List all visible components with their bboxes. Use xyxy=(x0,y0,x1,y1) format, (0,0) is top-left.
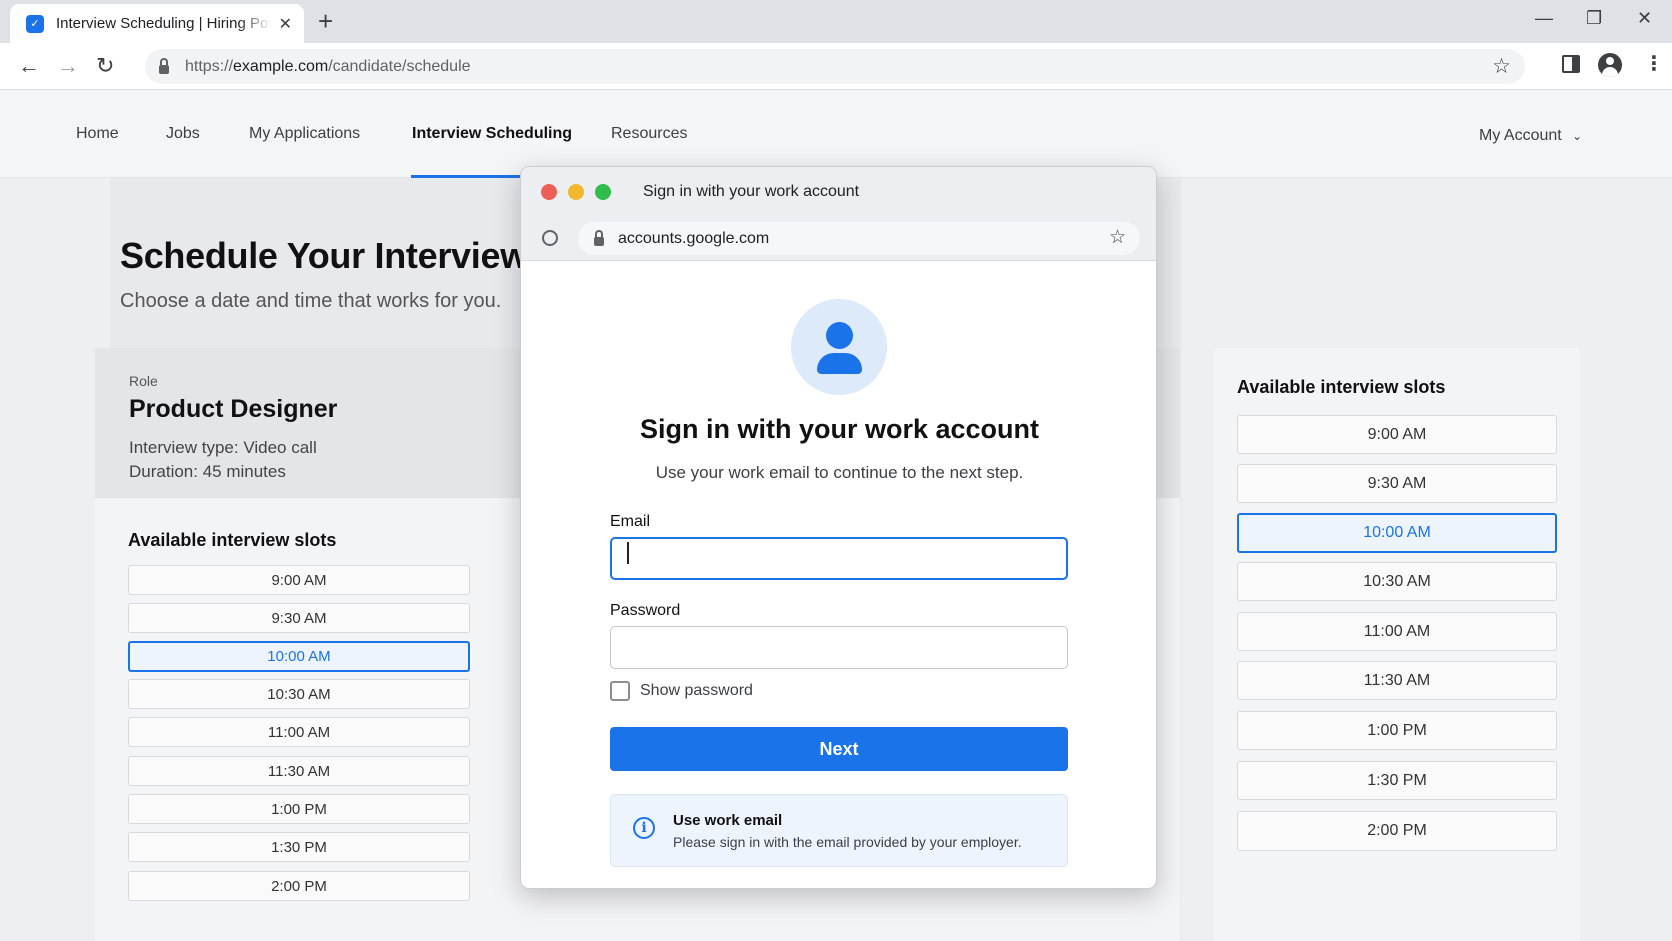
url-text: https://example.com/candidate/schedule xyxy=(185,57,471,75)
interview-duration: Duration: 45 minutes xyxy=(129,462,286,481)
minimize-icon[interactable]: — xyxy=(1535,8,1553,29)
popup-address-bar: accounts.google.com ☆ xyxy=(578,222,1140,255)
role-name: Product Designer xyxy=(129,395,338,423)
slot-button[interactable]: 1:00 PM xyxy=(128,794,470,824)
slots-title: Available interview slots xyxy=(128,530,337,550)
popup-window-title: Sign in with your work account xyxy=(643,183,860,200)
close-window-icon[interactable]: ✕ xyxy=(1637,8,1652,29)
browser-tab[interactable]: ✓ Interview Scheduling | Hiring Portal ✕ xyxy=(10,4,304,43)
notice-title: Use work email xyxy=(673,812,783,829)
slot-button[interactable]: 9:30 AM xyxy=(128,603,470,633)
signin-subheading: Use your work email to continue to the n… xyxy=(655,463,1024,482)
interview-type: Interview type: Video call xyxy=(129,438,317,457)
role-label: Role xyxy=(129,373,158,389)
signin-popup-window: Sign in with your work account accounts.… xyxy=(520,166,1157,889)
forward-icon[interactable]: → xyxy=(57,53,79,79)
menu-kebab-icon[interactable]: ⋮ xyxy=(1644,51,1664,76)
email-field[interactable] xyxy=(610,537,1068,580)
side-slot-button[interactable]: 1:30 PM xyxy=(1237,761,1557,800)
bookmark-star-icon[interactable]: ☆ xyxy=(1492,54,1511,79)
address-bar[interactable]: https://example.com/candidate/schedule ☆ xyxy=(145,49,1525,84)
back-icon[interactable]: ← xyxy=(18,53,40,79)
lock-icon xyxy=(594,229,604,246)
text-caret xyxy=(627,542,629,564)
notice-text: Please sign in with the email provided b… xyxy=(673,834,1022,850)
nav-my-applications[interactable]: My Applications xyxy=(249,125,360,143)
slot-button[interactable]: 11:00 AM xyxy=(128,717,470,747)
side-slot-button-selected[interactable]: 10:00 AM xyxy=(1237,513,1557,553)
popup-titlebar: Sign in with your work account xyxy=(521,167,1156,216)
side-slot-button[interactable]: 1:00 PM xyxy=(1237,711,1557,750)
side-slot-button[interactable]: 11:30 AM xyxy=(1237,661,1557,700)
page-title: Schedule Your Interview xyxy=(120,235,528,276)
password-field[interactable] xyxy=(610,626,1068,669)
show-password-label[interactable]: Show password xyxy=(640,682,753,700)
info-icon: i xyxy=(633,817,655,839)
tab-title: Interview Scheduling | Hiring Portal xyxy=(56,15,271,32)
work-email-notice: i Use work email Please sign in with the… xyxy=(610,794,1068,867)
browser-tabstrip: ✓ Interview Scheduling | Hiring Portal ✕… xyxy=(0,0,1672,43)
slot-button[interactable]: 9:00 AM xyxy=(128,565,470,595)
my-account-menu[interactable]: My Account ⌄ xyxy=(1479,127,1582,145)
side-slot-button[interactable]: 9:30 AM xyxy=(1237,464,1557,503)
slot-button[interactable]: 11:30 AM xyxy=(128,756,470,786)
close-traffic-light[interactable] xyxy=(541,184,557,200)
side-slot-button[interactable]: 9:00 AM xyxy=(1237,415,1557,454)
tab-close-icon[interactable]: ✕ xyxy=(279,14,292,34)
side-slot-button[interactable]: 10:30 AM xyxy=(1237,562,1557,601)
site-info-icon[interactable] xyxy=(542,230,558,246)
profile-icon[interactable] xyxy=(1598,53,1622,77)
bookmark-star-icon[interactable]: ☆ xyxy=(1109,226,1126,249)
reload-icon[interactable]: ↻ xyxy=(96,53,114,79)
show-password-checkbox[interactable] xyxy=(610,681,630,701)
zoom-traffic-light[interactable] xyxy=(595,184,611,200)
slot-button[interactable]: 10:30 AM xyxy=(128,679,470,709)
side-panel-icon[interactable] xyxy=(1562,55,1580,73)
nav-resources[interactable]: Resources xyxy=(611,125,687,143)
nav-interview-scheduling[interactable]: Interview Scheduling xyxy=(412,125,572,143)
password-label: Password xyxy=(610,602,681,619)
nav-jobs[interactable]: Jobs xyxy=(166,125,200,143)
side-slot-button[interactable]: 2:00 PM xyxy=(1237,811,1557,851)
new-tab-button[interactable]: + xyxy=(318,8,333,34)
site-nav: Home Jobs My Applications Interview Sche… xyxy=(0,90,1672,178)
popup-address-row: accounts.google.com ☆ xyxy=(521,216,1156,261)
slot-button[interactable]: 2:00 PM xyxy=(128,871,470,901)
show-password-row[interactable]: Show password xyxy=(610,681,753,701)
next-button[interactable]: Next xyxy=(610,727,1068,771)
lock-icon xyxy=(159,57,169,74)
slot-button-selected[interactable]: 10:00 AM xyxy=(128,641,470,672)
slot-button[interactable]: 1:30 PM xyxy=(128,832,470,862)
page-subtitle: Choose a date and time that works for yo… xyxy=(120,290,502,312)
user-avatar-icon xyxy=(791,299,887,395)
popup-url: accounts.google.com xyxy=(618,229,770,247)
side-slots-title: Available interview slots xyxy=(1237,377,1446,397)
nav-home[interactable]: Home xyxy=(76,125,119,143)
portal-favicon-icon: ✓ xyxy=(26,14,44,33)
signin-heading: Sign in with your work account xyxy=(639,414,1040,444)
restore-icon[interactable]: ❐ xyxy=(1586,8,1602,29)
side-slot-button[interactable]: 11:00 AM xyxy=(1237,612,1557,651)
email-label: Email xyxy=(610,513,651,530)
minimize-traffic-light[interactable] xyxy=(568,184,584,200)
chevron-down-icon: ⌄ xyxy=(1572,129,1583,143)
browser-toolbar: ← → ↻ https://example.com/candidate/sche… xyxy=(0,43,1672,90)
